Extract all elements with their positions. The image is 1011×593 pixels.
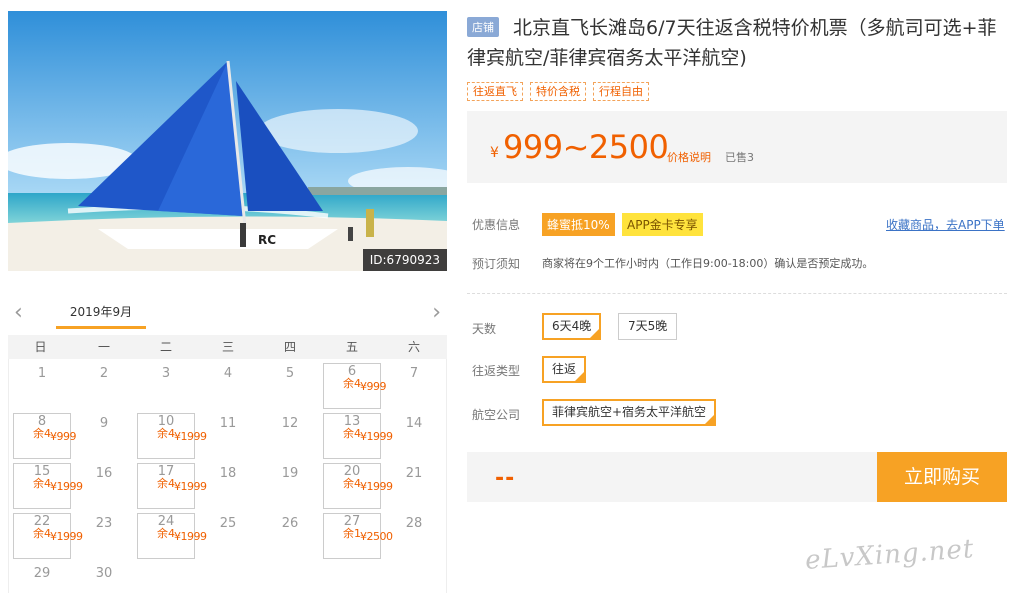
weekday-header: 五 (345, 340, 358, 354)
calendar-day-number: 1 (37, 366, 47, 381)
buy-now-button[interactable]: 立即购买 (877, 452, 1007, 502)
calendar-day-number: 26 (281, 516, 299, 531)
calendar-day[interactable]: 17 ¥1999 余4 (137, 463, 207, 509)
calendar-day-number: 5 (285, 366, 295, 381)
airline-label: 航空公司 (472, 408, 521, 422)
product-tags: 往返直飞 特价含税 行程自由 (467, 82, 649, 101)
tag-roundtrip-direct: 往返直飞 (467, 82, 523, 101)
weekday-header: 三 (221, 340, 234, 354)
calendar-day[interactable]: 24 ¥1999 余4 (137, 513, 207, 559)
calendar-day[interactable]: 8 ¥999 余4 (13, 413, 77, 459)
calendar-day-number: 21 (405, 466, 423, 481)
calendar-day-number: 11 (219, 416, 237, 431)
calendar-day: 18 (199, 463, 257, 509)
trip-type-label: 往返类型 (472, 364, 521, 378)
prev-month-arrow-icon[interactable]: ‹ (14, 302, 23, 324)
calendar-day-number: 16 (95, 466, 113, 481)
calendar-day-number: 18 (219, 466, 237, 481)
favorite-app-order-link[interactable]: 收藏商品，去APP下单 (886, 216, 1005, 233)
calendar-day: 30 (75, 563, 133, 593)
calendar-day: 3 (137, 363, 195, 409)
departure-calendar: ‹ 2019年9月 › 日一二三四五六 1 2 3 4 5 6 ¥999 余4 7 8 ¥999 余4… (8, 297, 447, 593)
calendar-day: 19 (261, 463, 319, 509)
beach-sailboat-image: RC (8, 11, 447, 271)
shop-badge[interactable]: 店铺 (467, 17, 499, 37)
calendar-day-price: ¥999 (50, 430, 77, 443)
calendar-day[interactable]: 13 ¥1999 余4 (323, 413, 393, 459)
honey-discount-badge: 蜂蜜抵10% (542, 213, 615, 236)
calendar-day[interactable]: 10 ¥1999 余4 (137, 413, 207, 459)
calendar-day: 1 (13, 363, 71, 409)
watermark: eLvXing.net (804, 534, 976, 576)
days-label: 天数 (472, 322, 497, 336)
price-explanation-link[interactable]: 价格说明 (667, 149, 711, 165)
calendar-day-number: 30 (95, 566, 113, 581)
calendar-day-number: 14 (405, 416, 423, 431)
calendar-day: 7 (385, 363, 443, 409)
total-price-bar: -- (467, 452, 877, 502)
calendar-day: 9 (75, 413, 133, 459)
calendar-day: 2 (75, 363, 133, 409)
calendar-day: 5 (261, 363, 319, 409)
calendar-day-number: 12 (281, 416, 299, 431)
tag-tax-included: 特价含税 (530, 82, 586, 101)
calendar-day: 29 (13, 563, 71, 593)
calendar-day-number: 25 (219, 516, 237, 531)
calendar-day[interactable]: 15 ¥1999 余4 (13, 463, 83, 509)
calendar-day-price: ¥999 (360, 380, 387, 393)
image-id-label: ID:6790923 (362, 249, 447, 271)
calendar-day-number: 23 (95, 516, 113, 531)
calendar-day[interactable]: 27 ¥2500 余1 (323, 513, 393, 559)
booking-notice-text: 商家将在9个工作小时内（工作日9:00-18:00）确认是否预定成功。 (542, 257, 874, 270)
calendar-day-number: 9 (99, 416, 109, 431)
calendar-day: 16 (75, 463, 133, 509)
option-airline[interactable]: 菲律宾航空+宿务太平洋航空 (542, 399, 717, 427)
calendar-day[interactable]: 6 ¥999 余4 (323, 363, 387, 409)
calendar-day-number: 29 (33, 566, 51, 581)
next-month-arrow-icon[interactable]: › (432, 302, 441, 324)
calendar-day: 14 (385, 413, 443, 459)
calendar-day-number: 7 (409, 366, 419, 381)
weekday-header: 二 (159, 340, 172, 354)
promo-label: 优惠信息 (472, 218, 521, 232)
tag-free-itinerary: 行程自由 (593, 82, 649, 101)
weekday-header: 四 (283, 340, 296, 354)
calendar-weekday-header: 日一二三四五六 (8, 335, 447, 359)
calendar-day: 21 (385, 463, 443, 509)
calendar-day: 23 (75, 513, 133, 559)
calendar-day: 25 (199, 513, 257, 559)
option-6d4n[interactable]: 6天4晚 (542, 313, 602, 341)
divider (467, 293, 1007, 294)
calendar-day: 12 (261, 413, 319, 459)
calendar-day: 11 (199, 413, 257, 459)
calendar-day-number: 4 (223, 366, 233, 381)
total-price: -- (495, 466, 516, 491)
app-gold-card-badge: APP金卡专享 (622, 213, 703, 236)
calendar-day: 26 (261, 513, 319, 559)
product-photo: RC ID:6790923 (8, 11, 447, 271)
calendar-day[interactable]: 22 ¥1999 余4 (13, 513, 83, 559)
calendar-day: 28 (385, 513, 443, 559)
weekday-header: 一 (97, 340, 110, 354)
calendar-day-number: 2 (99, 366, 109, 381)
calendar-grid: 1 2 3 4 5 6 ¥999 余4 7 8 ¥999 余4 9 10 ¥1999 余4 11 12 13 ¥199… (8, 359, 447, 593)
weekday-header: 日 (34, 340, 47, 354)
option-7d5n[interactable]: 7天5晚 (618, 313, 678, 340)
calendar-day: 4 (199, 363, 257, 409)
boat-label: RC (258, 233, 276, 247)
weekday-header: 六 (407, 340, 420, 354)
calendar-month-tab[interactable]: 2019年9月 (56, 303, 146, 329)
calendar-day-number: 3 (161, 366, 171, 381)
currency-symbol: ¥ (490, 145, 499, 161)
price-box: ¥ 999~2500 价格说明 已售3 (467, 111, 1007, 183)
product-title: 北京直飞长滩岛6/7天往返含税特价机票（多航司可选+菲律宾航空/菲律宾宿务太平洋… (467, 17, 997, 69)
sold-count: 已售3 (725, 151, 754, 164)
calendar-day[interactable]: 20 ¥1999 余4 (323, 463, 393, 509)
price-range: 999~2500 (503, 128, 669, 166)
calendar-day-number: 19 (281, 466, 299, 481)
calendar-day-number: 28 (405, 516, 423, 531)
option-roundtrip[interactable]: 往返 (542, 356, 587, 384)
booking-notice-label: 预订须知 (472, 257, 521, 271)
